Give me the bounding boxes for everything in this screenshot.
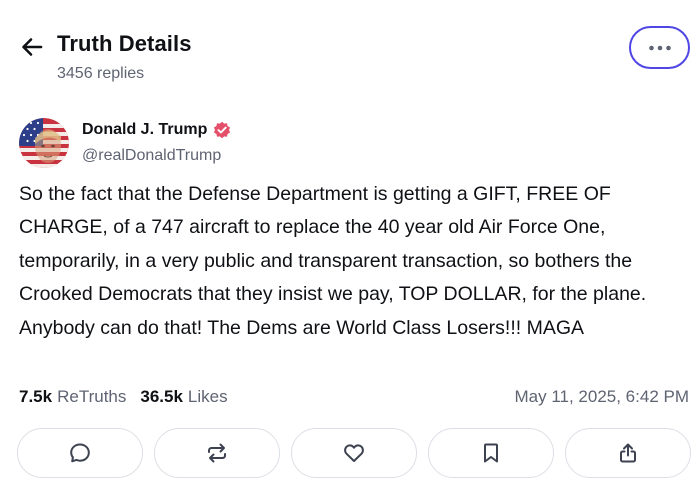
share-upload-icon [620,443,636,463]
back-button[interactable] [18,34,46,60]
post-body: So the fact that the Defense Department … [19,183,647,339]
retruths-stat[interactable]: 7.5k ReTruths [19,387,126,407]
post-timestamp: May 11, 2025, 6:42 PM [514,387,689,406]
share-button[interactable] [565,428,691,478]
repost-arrows-icon [208,443,226,463]
likes-stat[interactable]: 36.5k Likes [140,387,227,407]
retruths-count: 7.5k [19,387,53,406]
retruth-button[interactable] [154,428,280,478]
reply-button[interactable] [17,428,143,478]
author-display-name: Donald J. Trump [82,121,208,138]
heart-icon [344,444,364,462]
post-stats: 7.5k ReTruths 36.5k Likes May 11, 2025, … [19,385,689,409]
ellipsis-icon [648,45,671,50]
author-handle[interactable]: @realDonaldTrump [82,147,221,165]
likes-count: 36.5k [140,387,183,406]
avatar[interactable] [19,118,69,168]
action-bar [17,428,691,478]
page-header: Truth Details 3456 replies [0,0,700,100]
speech-bubble-icon [70,443,90,463]
bookmark-button[interactable] [428,428,554,478]
like-button[interactable] [291,428,417,478]
back-arrow-icon [22,38,43,56]
reply-count: 3456 replies [57,65,145,82]
post-author: Donald J. Trump @realDonaldTrump [19,118,679,170]
retruths-label: ReTruths [57,387,127,406]
author-name-row[interactable]: Donald J. Trump [82,121,231,139]
more-options-button[interactable] [629,26,690,69]
avatar-image [19,118,69,168]
likes-label: Likes [187,387,228,406]
page-title: Truth Details [57,31,192,56]
bookmark-icon [484,443,498,463]
verified-badge-icon [213,121,231,139]
